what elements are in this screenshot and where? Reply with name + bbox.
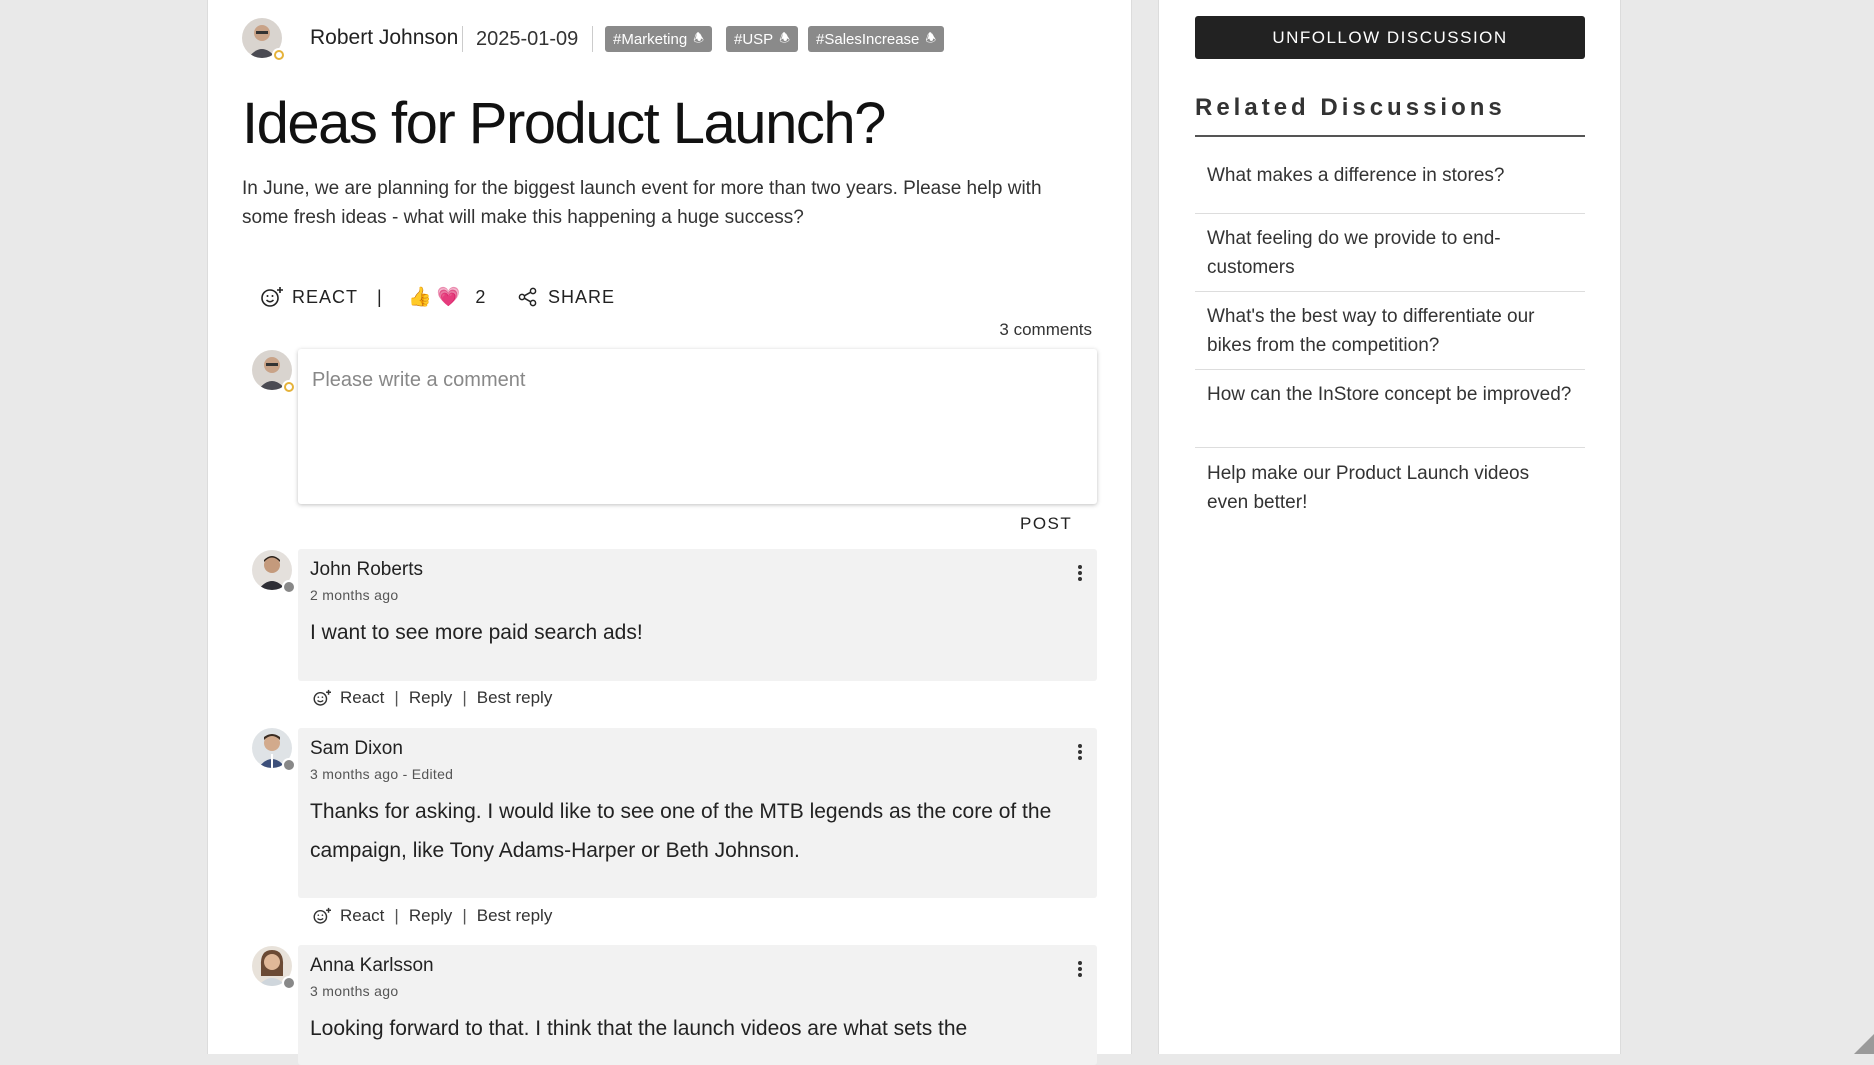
comment-time: 3 months ago <box>310 983 399 999</box>
share-icon <box>518 287 537 307</box>
separator: | <box>462 906 467 925</box>
comment-item: John Roberts 2 months ago I want to see … <box>298 549 1097 681</box>
post-body: In June, we are planning for the biggest… <box>242 178 1042 228</box>
comment-item: Sam Dixon 3 months ago - Edited Thanks f… <box>298 728 1097 898</box>
share-label: SHARE <box>548 286 616 307</box>
comment-text: Thanks for asking. I would like to see o… <box>310 800 1052 862</box>
status-badge <box>282 380 296 394</box>
smiley-plus-icon <box>261 287 283 307</box>
reply-link[interactable]: Reply <box>409 906 452 926</box>
heart-icon: 💗 <box>436 287 462 308</box>
post-author-name[interactable]: Robert Johnson <box>310 26 458 50</box>
comments-count: 3 comments <box>999 320 1092 339</box>
best-reply-link[interactable]: Best reply <box>477 688 553 708</box>
smiley-plus-icon <box>313 689 331 706</box>
comment-item: Anna Karlsson 3 months ago Looking forwa… <box>298 945 1097 1065</box>
author-avatar[interactable] <box>242 18 286 62</box>
current-user-avatar <box>252 350 296 394</box>
header-divider <box>592 26 593 52</box>
comment-input-box <box>298 349 1097 504</box>
action-separator: | <box>377 286 383 307</box>
related-discussion-link[interactable]: Help make our Product Launch videos even… <box>1195 459 1585 521</box>
tag-salesincrease[interactable]: #SalesIncrease 🕭 <box>808 26 945 52</box>
related-discussion-link[interactable]: What makes a difference in stores? <box>1195 161 1585 214</box>
tag-marketing[interactable]: #Marketing 🕭 <box>605 26 712 52</box>
status-badge <box>282 758 296 772</box>
commenter-avatar[interactable] <box>252 550 296 594</box>
comment-actions: React | Reply | Best reply <box>312 906 552 926</box>
tag-usp[interactable]: #USP 🕭 <box>726 26 798 52</box>
react-button[interactable]: REACT <box>260 282 358 312</box>
related-discussion-link[interactable]: What feeling do we provide to end-custom… <box>1195 224 1585 292</box>
bell-icon: 🕭 <box>779 30 790 45</box>
comment-time: 3 months ago - Edited <box>310 766 454 782</box>
thumbs-up-icon: 👍 <box>408 287 433 308</box>
reaction-summary[interactable]: 👍 💗 2 <box>408 282 486 312</box>
comment-time: 2 months ago <box>310 587 399 603</box>
separator: | <box>394 688 399 707</box>
bell-icon: 🕭 <box>693 30 704 45</box>
post-comment-button[interactable]: POST <box>1020 514 1072 534</box>
comment-text: I want to see more paid search ads! <box>310 621 643 644</box>
comment-actions: React | Reply | Best reply <box>312 688 552 708</box>
unfollow-discussion-button[interactable]: UNFOLLOW DISCUSSION <box>1195 16 1585 59</box>
comment-author[interactable]: John Roberts <box>310 559 1085 581</box>
smiley-plus-icon <box>313 907 331 924</box>
comment-input[interactable] <box>298 349 1097 504</box>
status-badge <box>282 580 296 594</box>
heading-underline <box>1195 135 1585 137</box>
related-discussion-link[interactable]: How can the InStore concept be improved? <box>1195 380 1585 448</box>
window-corner <box>1854 1034 1874 1054</box>
comment-text: Looking forward to that. I think that th… <box>310 1017 968 1040</box>
comment-author[interactable]: Sam Dixon <box>310 738 1085 760</box>
commenter-avatar[interactable] <box>252 946 296 990</box>
share-button[interactable]: SHARE <box>518 282 615 312</box>
separator: | <box>394 906 399 925</box>
post-date: 2025-01-09 <box>476 28 579 50</box>
react-label: REACT <box>292 286 359 307</box>
related-discussions-heading: Related Discussions <box>1195 94 1506 121</box>
tag-label: #USP <box>734 30 774 48</box>
best-reply-link[interactable]: Best reply <box>477 906 553 926</box>
status-badge <box>282 976 296 990</box>
related-discussion-link[interactable]: What's the best way to differentiate our… <box>1195 302 1585 370</box>
sidebar-panel <box>1158 0 1621 1054</box>
comment-author[interactable]: Anna Karlsson <box>310 955 1085 977</box>
react-link[interactable]: React <box>340 688 384 708</box>
kebab-menu-icon[interactable] <box>1077 565 1083 581</box>
separator: | <box>462 688 467 707</box>
post-title: Ideas for Product Launch? <box>242 91 886 156</box>
commenter-avatar[interactable] <box>252 728 296 772</box>
kebab-menu-icon[interactable] <box>1077 744 1083 760</box>
react-link[interactable]: React <box>340 906 384 926</box>
header-divider <box>462 26 463 52</box>
bell-icon: 🕭 <box>925 30 937 45</box>
tag-label: #Marketing <box>613 30 688 48</box>
reaction-count: 2 <box>475 286 487 307</box>
reply-link[interactable]: Reply <box>409 688 452 708</box>
kebab-menu-icon[interactable] <box>1077 961 1083 977</box>
status-badge <box>272 48 286 62</box>
tag-label: #SalesIncrease <box>816 30 920 48</box>
